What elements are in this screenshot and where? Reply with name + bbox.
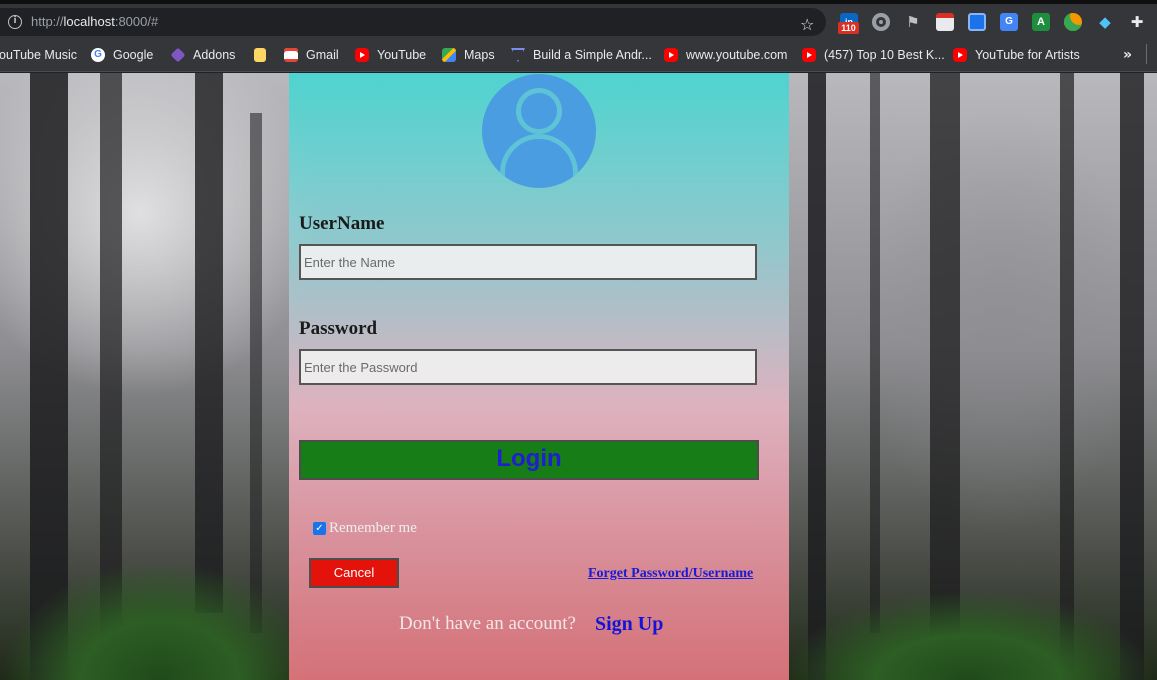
bookmark-label: YouTube [377, 48, 427, 62]
url-host: localhost [63, 14, 115, 29]
linkedin-badge: 110 [838, 22, 859, 34]
gmail-icon [284, 48, 298, 62]
printer-extension-icon[interactable] [936, 13, 954, 31]
bookmarks-separator [1146, 44, 1147, 64]
maps-icon [442, 48, 456, 62]
toolbar: i http://localhost:8000/# ☆ in ⚑ G A ◆ ✚ [0, 4, 1157, 38]
gem-extension-icon[interactable]: ◆ [1096, 13, 1114, 31]
info-icon[interactable]: i [8, 15, 22, 29]
reader-extension-icon[interactable] [968, 13, 986, 31]
bookmark-build-android[interactable]: Build a Simple Andr... [511, 46, 652, 64]
bookmarks-bar: ouTube Music G Google Addons Gmail YouTub… [0, 38, 1157, 72]
bookmark-google[interactable]: G Google [91, 46, 153, 64]
bookmark-top-10[interactable]: (457) Top 10 Best K... [802, 46, 945, 64]
youtube-icon [953, 48, 967, 62]
puzzle-extensions-icon[interactable]: ✚ [1128, 13, 1146, 31]
folder-icon [254, 48, 266, 62]
login-button[interactable]: Login [299, 440, 759, 480]
bookmark-youtube-artists[interactable]: YouTube for Artists [953, 46, 1080, 64]
google-icon: G [91, 48, 105, 62]
bookmark-youtube-com[interactable]: www.youtube.com [664, 46, 787, 64]
triangle-icon [511, 48, 525, 62]
url-text[interactable]: http://localhost:8000/# [31, 14, 158, 30]
forget-password-link[interactable]: Forget Password/Username [588, 565, 753, 583]
bookmark-star-icon[interactable]: ☆ [800, 16, 818, 34]
youtube-icon [355, 48, 369, 62]
bookmark-label: Addons [193, 48, 236, 62]
bookmark-label: Build a Simple Andr... [533, 48, 652, 62]
youtube-icon [664, 48, 678, 62]
bookmark-label: ouTube Music [0, 48, 78, 62]
translate-extension-icon[interactable]: G [1000, 13, 1018, 31]
address-bar[interactable]: i http://localhost:8000/# ☆ [0, 8, 826, 36]
person-extension-icon[interactable] [1064, 13, 1082, 31]
flag-extension-icon[interactable]: ⚑ [904, 13, 922, 31]
bookmark-label: (457) Top 10 Best K... [824, 48, 945, 62]
bookmark-youtube[interactable]: YouTube [355, 46, 426, 64]
no-account-text: Don't have an account? [399, 613, 576, 634]
password-label: Password [299, 318, 378, 339]
bookmark-youtube-music[interactable]: ouTube Music [0, 46, 77, 64]
cancel-button[interactable]: Cancel [309, 558, 399, 588]
remember-label: Remember me [329, 520, 417, 536]
bookmarks-overflow-icon[interactable]: » [1123, 46, 1132, 64]
remember-checkbox[interactable]: ✓ [313, 521, 326, 535]
url-path: :8000/# [114, 14, 159, 29]
bookmark-label: Maps [464, 48, 495, 62]
bookmark-folder[interactable] [254, 46, 274, 64]
bookmark-label: www.youtube.com [686, 48, 788, 62]
url-scheme: http:// [31, 14, 64, 29]
bookmark-addons[interactable]: Addons [170, 46, 236, 64]
signup-link[interactable]: Sign Up [595, 613, 663, 635]
bookmark-label: YouTube for Artists [975, 48, 1080, 62]
user-avatar-icon [482, 74, 596, 188]
bookmark-gmail[interactable]: Gmail [284, 46, 339, 64]
password-input[interactable] [299, 349, 757, 385]
youtube-icon [802, 48, 816, 62]
bookmark-label: Gmail [306, 48, 339, 62]
page-viewport: UserName Password Login ✓ Remember me Ca… [0, 73, 1157, 680]
a-letter-extension-icon[interactable]: A [1032, 13, 1050, 31]
bookmark-label: Google [113, 48, 154, 62]
bookmark-maps[interactable]: Maps [442, 46, 495, 64]
username-label: UserName [299, 213, 385, 234]
record-circle-extension-icon[interactable] [872, 13, 890, 31]
username-input[interactable] [299, 244, 757, 280]
addons-icon [170, 47, 186, 63]
login-card: UserName Password Login ✓ Remember me Ca… [289, 73, 789, 680]
remember-me[interactable]: ✓ Remember me [313, 519, 417, 537]
